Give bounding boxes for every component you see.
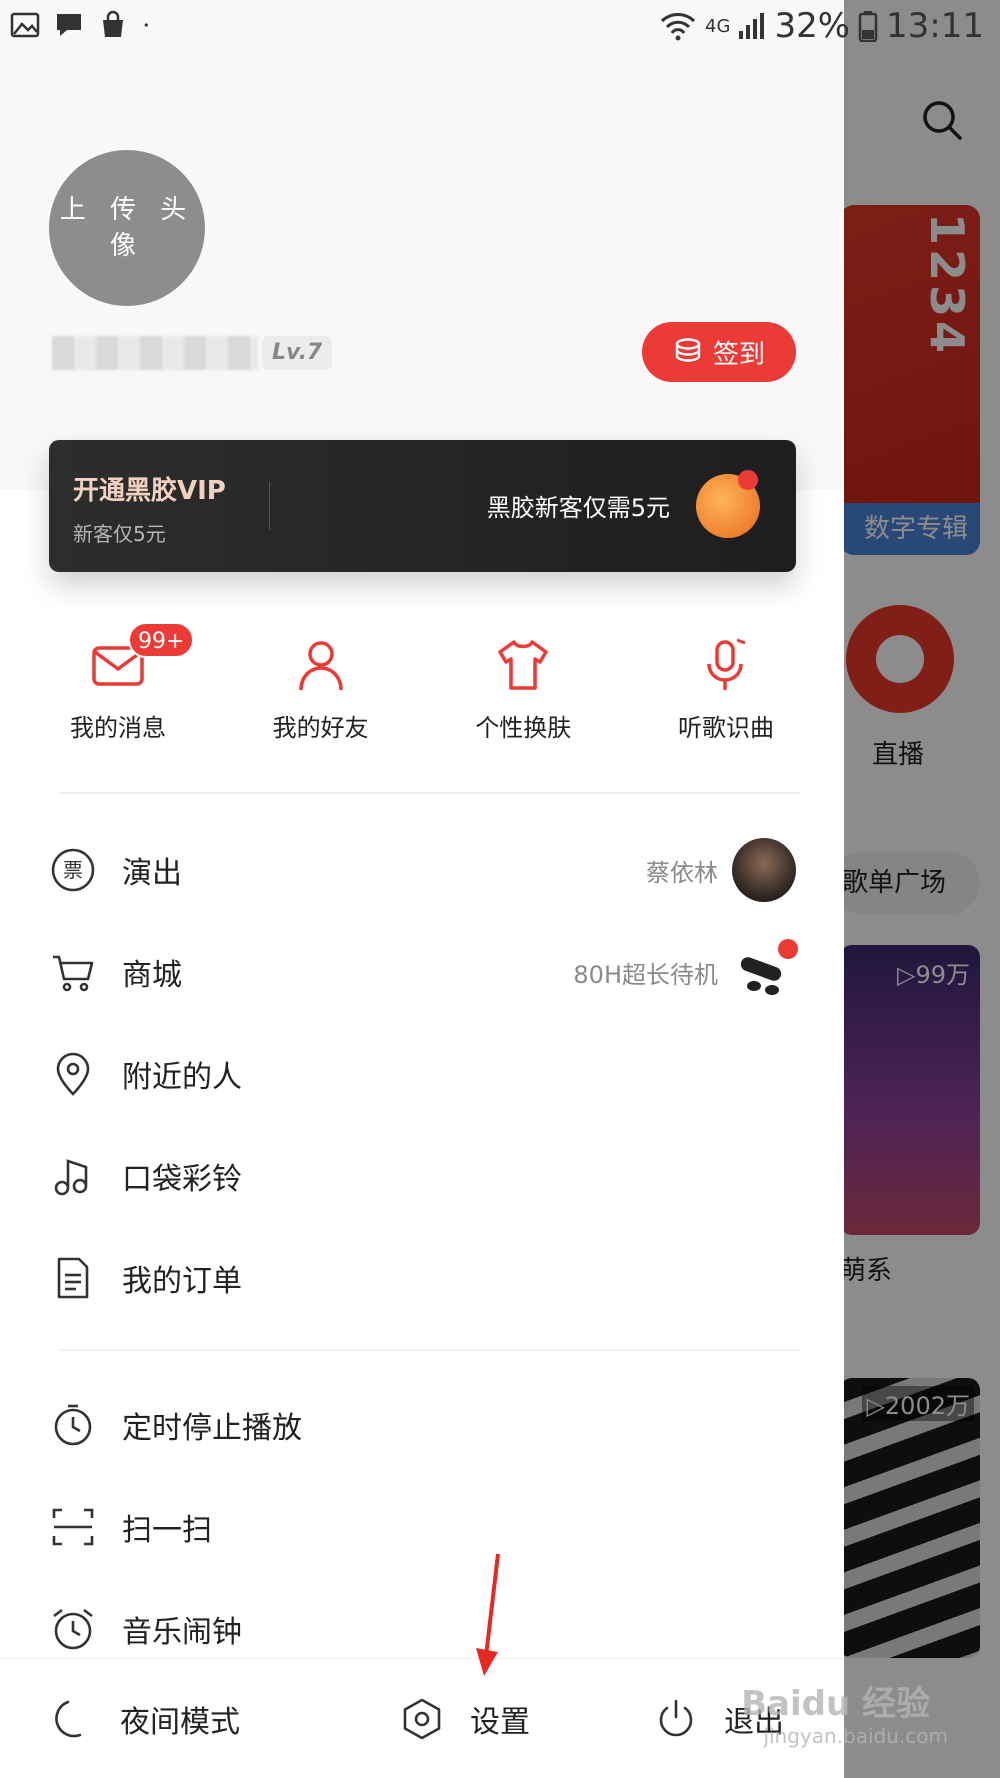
notification-dot [778,939,798,959]
quick-action-song-recognition[interactable]: 听歌识曲 [628,636,824,756]
menu-item-scan[interactable]: 扫一扫 [0,1476,844,1578]
shopping-bag-icon [103,10,123,37]
message-count-badge: 99+ [128,622,195,658]
battery-percent: 32% [774,6,851,46]
coins-icon [675,338,701,362]
quick-action-label: 听歌识曲 [677,714,774,742]
quick-action-friends[interactable]: 我的好友 [223,636,419,756]
music-note-icon [54,1159,88,1196]
quick-action-label: 我的消息 [70,714,166,742]
menu-label: 定时停止播放 [122,1411,302,1446]
background-app: 1234 数字专辑 直播 歌单广场 ▷99万 萌系 ▷2002万 [820,0,1000,1778]
notification-dot [738,470,758,490]
quick-action-messages[interactable]: 99+ 我的消息 [20,622,216,756]
signal-icon [739,13,765,39]
upload-avatar-button[interactable]: 上 传 头 像 [49,150,205,306]
section-divider [58,1349,800,1351]
person-icon [298,641,343,691]
scan-icon [52,1508,94,1546]
checkin-label: 签到 [712,339,765,370]
night-mode-label: 夜间模式 [120,1705,240,1740]
image-notification-icon [10,12,40,38]
menu-label: 演出 [122,856,182,891]
menu-item-shows[interactable]: 票 演出 蔡依林 [0,819,844,921]
timer-icon [54,1404,92,1446]
drawer-bottom-bar: 夜间模式 设置 退出 [0,1658,844,1778]
network-type: 4G [705,15,731,37]
quick-action-label: 个性换肤 [475,714,572,742]
baidu-watermark-url: jingyan.baidu.com [763,1724,948,1748]
side-drawer: 上 传 头 像 Lv.7 签到 开通黑胶VIP 新客仅5元 黑胶新客仅需5元 9… [0,0,844,1778]
ticket-icon: 票 [51,848,95,892]
quick-action-label: 我的好友 [272,714,369,742]
vip-subtitle: 新客仅5元 [73,522,166,546]
power-icon [659,1699,693,1737]
menu-label: 音乐闹钟 [122,1615,242,1650]
quick-actions: 99+ 我的消息 我的好友 个性换肤 听歌识曲 [20,622,824,756]
checkin-button[interactable]: 签到 [642,322,796,382]
cart-icon [53,955,94,992]
username-blurred[interactable] [52,336,258,370]
dot-icon [144,23,148,27]
artist-avatar [732,838,796,902]
drawer-scrim[interactable] [820,0,1000,1778]
vip-promo: 黑胶新客仅需5元 [486,494,670,522]
status-system: 4G 32% 13:11 [659,6,984,46]
annotation-arrow-icon [476,1553,500,1676]
menu-label: 口袋彩铃 [122,1162,242,1197]
menu-item-ringtone[interactable]: 口袋彩铃 [0,1125,844,1227]
settings-button[interactable]: 设置 [400,1659,530,1778]
menu-group-tools: 定时停止播放 扫一扫 音乐闹钟 [0,1374,844,1680]
microphone-note-icon [707,638,746,690]
baidu-watermark: Baidu 经验 [741,1684,930,1724]
menu-item-nearby[interactable]: 附近的人 [0,1023,844,1125]
menu-label: 附近的人 [122,1060,242,1095]
menu-label: 我的订单 [122,1264,242,1299]
menu-item-sleep-timer[interactable]: 定时停止播放 [0,1374,844,1476]
battery-icon [858,11,878,42]
vip-divider [269,482,270,530]
tshirt-icon [498,640,549,690]
vip-title: 开通黑胶VIP [73,476,226,506]
night-mode-button[interactable]: 夜间模式 [50,1659,240,1778]
message-notification-icon [57,14,81,36]
level-badge[interactable]: Lv.7 [262,336,333,370]
section-divider [58,792,800,794]
status-bar: 4G 32% 13:11 [0,0,1000,60]
settings-label: 设置 [470,1705,530,1740]
wifi-icon [660,13,696,41]
quick-action-skins[interactable]: 个性换肤 [425,636,621,756]
clock: 13:11 [886,6,984,46]
svg-text:票: 票 [63,858,83,882]
menu-extra: 蔡依林 [646,858,718,887]
location-pin-icon [56,1052,90,1096]
menu-group-main: 票 演出 蔡依林 商城 80H超长待机 附近的人 口袋彩铃 我的订单 [0,819,844,1329]
menu-item-orders[interactable]: 我的订单 [0,1227,844,1329]
menu-extra: 80H超长待机 [573,960,718,989]
settings-hexagon-icon [403,1698,441,1740]
vip-card[interactable]: 开通黑胶VIP 新客仅5元 黑胶新客仅需5元 [49,440,796,572]
menu-label: 商城 [122,958,182,993]
menu-item-store[interactable]: 商城 80H超长待机 [0,921,844,1023]
status-notifications [10,10,158,40]
alarm-clock-icon [53,1608,93,1650]
menu-label: 扫一扫 [122,1513,212,1548]
document-icon [57,1257,89,1299]
moon-icon [55,1700,82,1738]
